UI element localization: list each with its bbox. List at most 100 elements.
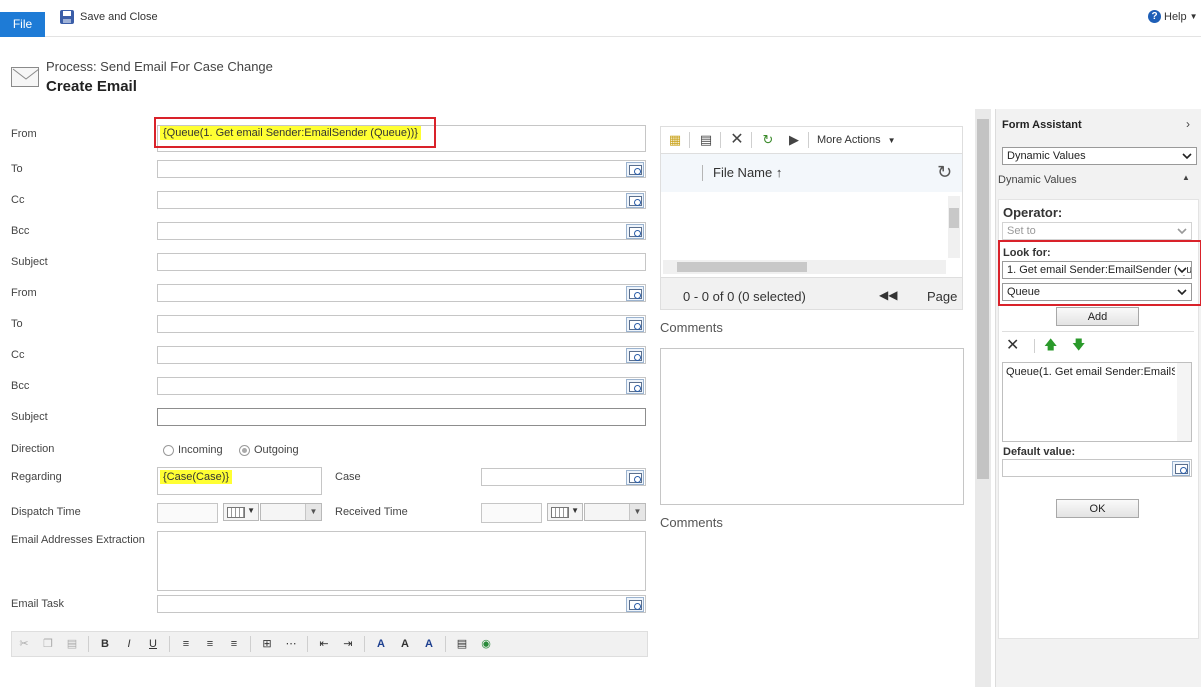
refresh-grid-icon[interactable]: ↻ bbox=[937, 162, 952, 183]
look-for-label: Look for: bbox=[1003, 247, 1051, 259]
outgoing-radio[interactable] bbox=[239, 444, 250, 456]
received-date-field[interactable] bbox=[481, 503, 542, 523]
assistant-mode-value: Dynamic Values bbox=[1007, 150, 1086, 162]
form-assistant-title: Form Assistant bbox=[1002, 119, 1082, 131]
chevron-down-icon bbox=[1177, 289, 1187, 296]
attachments-grid-footer: 0 - 0 of 0 (0 selected) ◀◀ Page 1 bbox=[660, 278, 963, 310]
chevron-down-icon: ▼ bbox=[247, 506, 255, 515]
outgoing-option[interactable]: Outgoing bbox=[239, 444, 299, 456]
entity-select[interactable]: Queue bbox=[1002, 283, 1192, 301]
email-task-field[interactable] bbox=[157, 595, 646, 613]
comments-field[interactable] bbox=[660, 348, 964, 505]
underline-icon[interactable]: U bbox=[144, 635, 162, 653]
email-extraction-field[interactable] bbox=[157, 531, 646, 591]
cut-icon[interactable]: ✂ bbox=[15, 635, 33, 653]
subject-label: Subject bbox=[11, 256, 48, 268]
lookup-icon[interactable] bbox=[626, 162, 644, 177]
decrease-indent-icon[interactable]: ⇤ bbox=[315, 635, 333, 653]
hyperlink-icon[interactable]: ◉ bbox=[477, 635, 495, 653]
chevron-down-icon: ▼ bbox=[571, 506, 579, 515]
open-record-icon[interactable]: ▤ bbox=[694, 130, 718, 150]
font-size-icon[interactable]: A bbox=[396, 635, 414, 653]
bold-icon[interactable]: B bbox=[96, 635, 114, 653]
subject2-field[interactable] bbox=[157, 408, 646, 426]
add-button[interactable]: Add bbox=[1056, 307, 1139, 326]
assistant-mode-select[interactable]: Dynamic Values bbox=[1002, 147, 1197, 165]
paste-icon[interactable]: ▤ bbox=[63, 635, 81, 653]
move-up-icon[interactable]: 🡅 bbox=[1044, 336, 1057, 358]
received-time-select[interactable]: ▼ bbox=[584, 503, 646, 521]
operator-select[interactable]: Set to bbox=[1002, 222, 1192, 240]
save-and-close-button[interactable]: Save and Close bbox=[60, 8, 158, 26]
grid-horizontal-scrollbar[interactable] bbox=[663, 260, 946, 274]
first-page-icon[interactable]: ◀◀ bbox=[879, 288, 897, 302]
default-value-field[interactable] bbox=[1002, 459, 1192, 477]
move-down-icon[interactable]: 🡇 bbox=[1072, 336, 1085, 358]
remove-icon[interactable]: ✕ bbox=[1006, 335, 1019, 355]
lookup-icon[interactable] bbox=[626, 470, 644, 485]
dynamic-values-list[interactable]: Queue(1. Get email Sender:EmailSender (Q… bbox=[1002, 362, 1192, 442]
chevron-right-icon[interactable]: › bbox=[1186, 117, 1190, 131]
list-scrollbar[interactable] bbox=[1177, 363, 1191, 441]
italic-icon[interactable]: I bbox=[120, 635, 138, 653]
lookup-icon[interactable] bbox=[626, 317, 644, 332]
divider bbox=[445, 636, 446, 652]
outgoing-label: Outgoing bbox=[254, 444, 299, 456]
received-time-label: Received Time bbox=[335, 506, 408, 518]
increase-indent-icon[interactable]: ⇥ bbox=[339, 635, 357, 653]
cc-label: Cc bbox=[11, 194, 25, 206]
cc2-label: Cc bbox=[11, 349, 25, 361]
insert-table-icon[interactable]: ▤ bbox=[453, 635, 471, 653]
lookup-icon[interactable] bbox=[626, 286, 644, 301]
refresh-icon[interactable]: ↻ bbox=[756, 130, 780, 150]
more-actions-button[interactable]: More Actions ▼ bbox=[817, 134, 896, 146]
lookup-icon[interactable] bbox=[626, 597, 644, 612]
dispatch-date-field[interactable] bbox=[157, 503, 218, 523]
main-vertical-scrollbar[interactable] bbox=[975, 109, 991, 687]
bcc-label: Bcc bbox=[11, 225, 30, 237]
bullet-list-icon[interactable]: ⋯ bbox=[282, 635, 300, 653]
form-assistant-panel: Form Assistant › Dynamic Values Dynamic … bbox=[995, 109, 1201, 687]
to-field[interactable] bbox=[157, 160, 646, 178]
numbered-list-icon[interactable]: ⊞ bbox=[258, 635, 276, 653]
ok-button[interactable]: OK bbox=[1056, 499, 1139, 518]
case-field[interactable] bbox=[481, 468, 646, 486]
lookup-icon[interactable] bbox=[1172, 461, 1190, 476]
chevron-up-icon[interactable]: ▲ bbox=[1182, 173, 1190, 182]
copy-icon[interactable]: ❐ bbox=[39, 635, 57, 653]
align-center-icon[interactable]: ≡ bbox=[201, 635, 219, 653]
incoming-radio[interactable] bbox=[163, 444, 174, 456]
delete-icon[interactable]: ✕ bbox=[725, 130, 749, 150]
attach-file-icon[interactable]: ▦ bbox=[663, 130, 687, 150]
dispatch-calendar-button[interactable]: ▼ bbox=[223, 503, 259, 521]
look-for-select[interactable]: 1. Get email Sender:EmailSender (Queue) bbox=[1002, 261, 1192, 279]
help-button[interactable]: ? Help ▼ bbox=[1148, 10, 1198, 23]
dispatch-time-select[interactable]: ▼ bbox=[260, 503, 322, 521]
run-workflow-icon[interactable]: ▶ bbox=[782, 130, 806, 150]
calendar-icon bbox=[227, 507, 245, 518]
grid-vertical-scrollbar[interactable] bbox=[948, 196, 960, 258]
lookup-icon[interactable] bbox=[626, 224, 644, 239]
received-calendar-button[interactable]: ▼ bbox=[547, 503, 583, 521]
from2-field[interactable] bbox=[157, 284, 646, 302]
to2-field[interactable] bbox=[157, 315, 646, 333]
bcc2-field[interactable] bbox=[157, 377, 646, 395]
from-label: From bbox=[11, 128, 37, 140]
file-button[interactable]: File bbox=[0, 12, 45, 37]
cc2-field[interactable] bbox=[157, 346, 646, 364]
lookup-icon[interactable] bbox=[626, 193, 644, 208]
incoming-option[interactable]: Incoming bbox=[163, 444, 223, 456]
font-icon[interactable]: A bbox=[372, 635, 390, 653]
lookup-icon[interactable] bbox=[626, 348, 644, 363]
align-left-icon[interactable]: ≡ bbox=[177, 635, 195, 653]
file-name-column-header[interactable]: File Name ↑ bbox=[713, 165, 782, 180]
list-item[interactable]: Queue(1. Get email Sender:EmailSender (Q… bbox=[1003, 363, 1175, 381]
subject-field[interactable] bbox=[157, 253, 646, 271]
font-color-icon[interactable]: A bbox=[420, 635, 438, 653]
cc-field[interactable] bbox=[157, 191, 646, 209]
lookup-icon[interactable] bbox=[626, 379, 644, 394]
align-right-icon[interactable]: ≡ bbox=[225, 635, 243, 653]
paging-status: 0 - 0 of 0 (0 selected) bbox=[683, 289, 806, 304]
bcc-field[interactable] bbox=[157, 222, 646, 240]
operator-value: Set to bbox=[1007, 225, 1036, 237]
